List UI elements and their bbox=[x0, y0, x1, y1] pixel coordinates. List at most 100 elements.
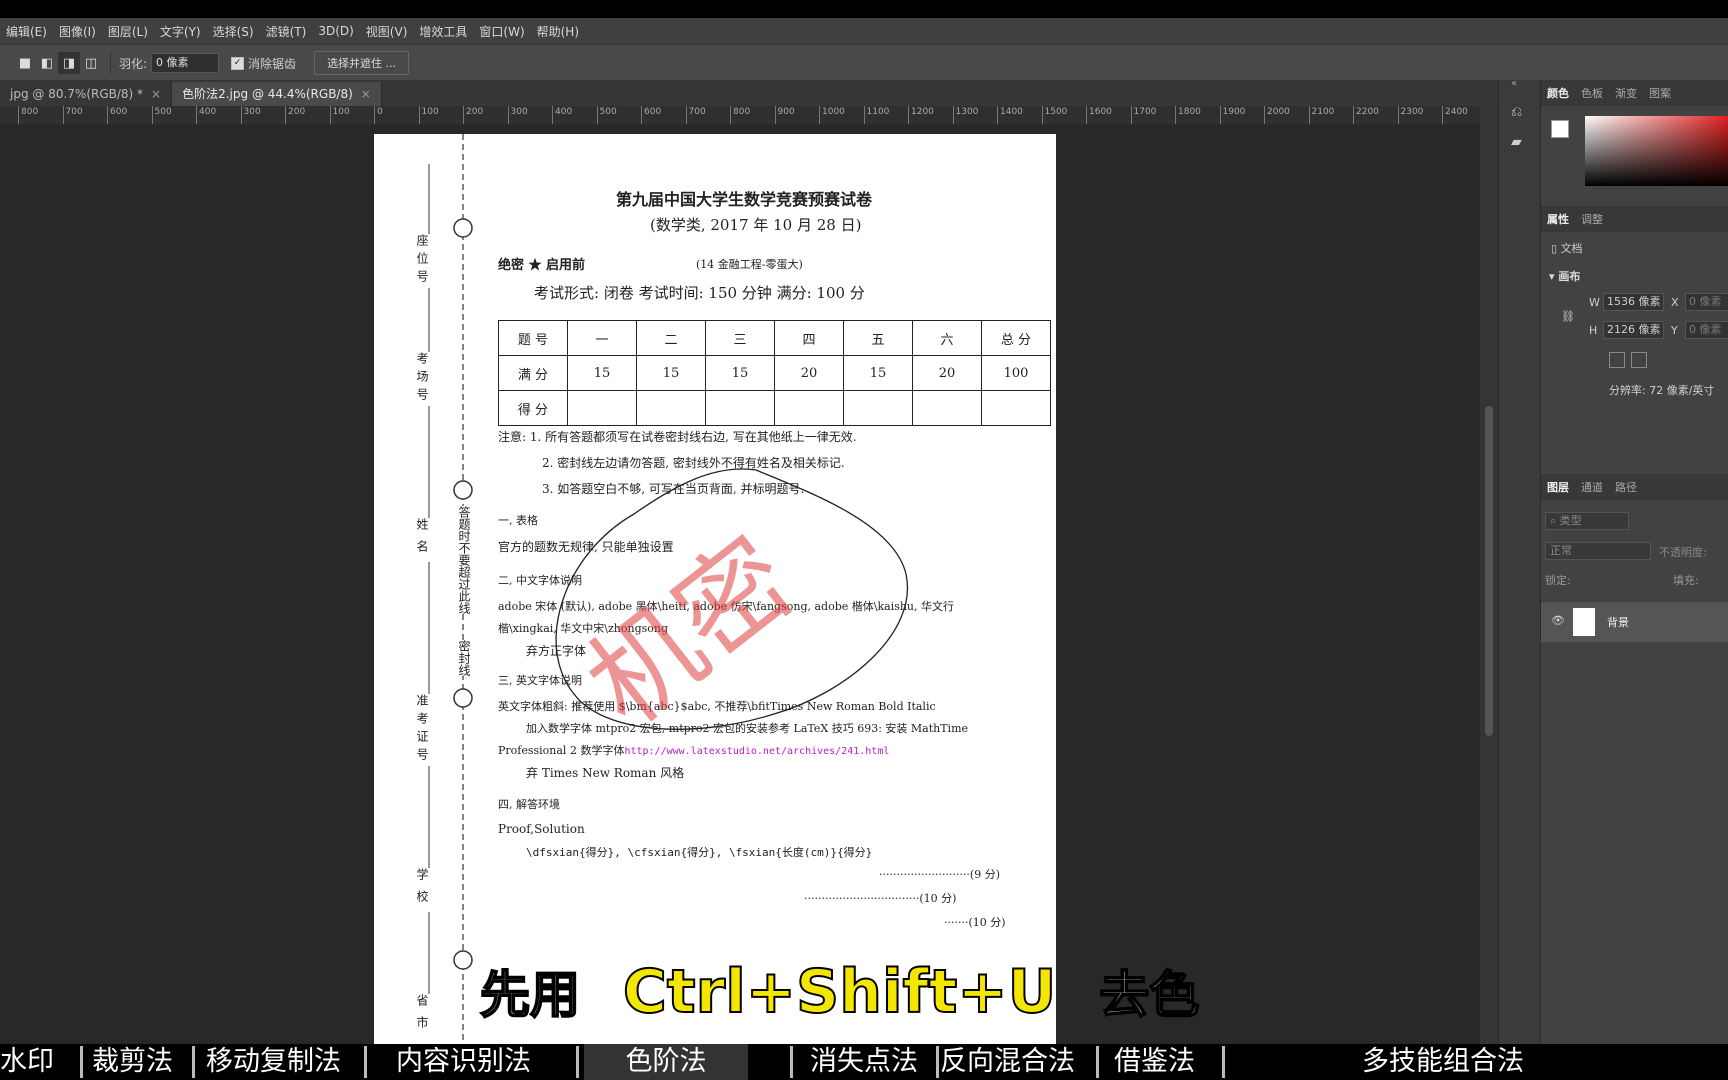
menu-help[interactable]: 帮助(H) bbox=[531, 23, 585, 40]
height-input[interactable]: 2126 像素 bbox=[1603, 321, 1664, 339]
eye-icon[interactable]: 👁 bbox=[1551, 614, 1565, 627]
nav-vanishing-point[interactable]: 消失点法 bbox=[810, 1044, 918, 1080]
tab-color[interactable]: 颜色 bbox=[1541, 85, 1575, 101]
subtract-selection-icon[interactable]: ◨ bbox=[58, 52, 80, 74]
tab-layers[interactable]: 图层 bbox=[1541, 479, 1575, 495]
score-line-1: ··························(9 分) bbox=[879, 868, 1000, 881]
menu-window[interactable]: 窗口(W) bbox=[473, 23, 530, 40]
opacity-label: 不透明度: bbox=[1659, 546, 1707, 559]
latexstudio-link[interactable]: http://www.latexstudio.net/archives/241.… bbox=[624, 746, 889, 757]
menu-filter[interactable]: 滤镜(T) bbox=[260, 23, 313, 40]
add-selection-icon[interactable]: ◧ bbox=[36, 52, 58, 74]
secret-label: 绝密 ★ 启用前 bbox=[498, 258, 586, 273]
y-input[interactable]: 0 像素 bbox=[1685, 321, 1728, 339]
intersect-selection-icon[interactable]: ◫ bbox=[80, 52, 102, 74]
tab-channels[interactable]: 通道 bbox=[1575, 479, 1609, 495]
collapse-icon[interactable]: « bbox=[1511, 78, 1517, 89]
color-picker-field[interactable] bbox=[1585, 116, 1728, 186]
landscape-icon[interactable] bbox=[1631, 352, 1647, 368]
close-icon[interactable]: × bbox=[361, 87, 371, 101]
menu-image[interactable]: 图像(I) bbox=[53, 23, 102, 40]
font-label: Professional 2 数学字体 bbox=[498, 744, 625, 757]
nav-crop[interactable]: 裁剪法 bbox=[92, 1044, 173, 1080]
layer-row-background[interactable]: 👁 背景 bbox=[1541, 602, 1728, 642]
tab-properties[interactable]: 属性 bbox=[1541, 211, 1575, 227]
tab-adjustments[interactable]: 调整 bbox=[1575, 211, 1609, 227]
nav-reference[interactable]: 借鉴法 bbox=[1114, 1044, 1195, 1080]
nav-combined[interactable]: 多技能组合法 bbox=[1362, 1044, 1524, 1080]
ruler-tick: 2100 bbox=[1308, 106, 1334, 124]
top-note: (14 金融工程-零蛋大) bbox=[696, 258, 803, 271]
right-panels: 颜色 色板 渐变 图案 属性 调整 ▯ 文档 ▾ 画布 W 1536 像素 X … bbox=[1540, 80, 1728, 1044]
lock-label: 锁定: bbox=[1545, 574, 1571, 587]
new-selection-icon[interactable]: ■ bbox=[14, 52, 36, 74]
nav-move-copy[interactable]: 移动复制法 bbox=[206, 1044, 341, 1080]
divider bbox=[110, 52, 111, 74]
ruler-tick: 1300 bbox=[952, 106, 978, 124]
tab-document-2[interactable]: 色阶法2.jpg @ 44.4%(RGB/8) × bbox=[172, 82, 382, 106]
close-icon[interactable]: × bbox=[151, 87, 161, 101]
layer-thumbnail bbox=[1573, 608, 1595, 636]
nav-content-aware[interactable]: 内容识别法 bbox=[396, 1044, 531, 1080]
section-2-heading: 二, 中文字体说明 bbox=[498, 574, 582, 587]
nav-levels[interactable]: 色阶法 bbox=[584, 1044, 748, 1080]
menu-select[interactable]: 选择(S) bbox=[207, 23, 260, 40]
ruler-tick: 1800 bbox=[1175, 106, 1201, 124]
table-cell bbox=[981, 390, 1051, 426]
width-input[interactable]: 1536 像素 bbox=[1603, 293, 1664, 311]
menu-3d[interactable]: 3D(D) bbox=[312, 24, 359, 38]
menu-plugins[interactable]: 增效工具 bbox=[413, 23, 473, 40]
doc-title: 第九届中国大学生数学竞赛预赛试卷 bbox=[616, 190, 873, 209]
nav-reverse-blend[interactable]: 反向混合法 bbox=[940, 1044, 1075, 1080]
x-input[interactable]: 0 像素 bbox=[1685, 293, 1728, 311]
score-table: 题 号一二三四五六总 分 满 分 15 15 15 20 15 20 100 得 分 bbox=[498, 320, 1051, 426]
section-3-text-1: 英文字体粗斜: 推荐使用 $\bm{abc}$abc, 不推荐\bfitTime… bbox=[498, 700, 936, 713]
menu-edit[interactable]: 编辑(E) bbox=[0, 23, 53, 40]
table-cell: 四 bbox=[774, 320, 844, 356]
ruler-tick: 400 bbox=[196, 106, 216, 124]
menu-view[interactable]: 视图(V) bbox=[360, 23, 414, 40]
tab-patterns[interactable]: 图案 bbox=[1643, 85, 1677, 101]
top-black-bar bbox=[0, 0, 1728, 18]
ruler-tick: 1100 bbox=[863, 106, 889, 124]
properties-tabs: 属性 调整 bbox=[1541, 206, 1728, 232]
comment-icon[interactable]: ▰ bbox=[1511, 134, 1522, 150]
tab-gradients[interactable]: 渐变 bbox=[1609, 85, 1643, 101]
scroll-thumb[interactable] bbox=[1485, 406, 1493, 736]
foreground-color-swatch[interactable] bbox=[1551, 120, 1569, 138]
history-icon[interactable]: ⎌ bbox=[1511, 104, 1522, 120]
menu-layer[interactable]: 图层(L) bbox=[102, 23, 154, 40]
nav-watermark[interactable]: 水印 bbox=[0, 1044, 54, 1080]
blend-mode-select[interactable]: 正常 bbox=[1545, 542, 1651, 560]
ruler-tick: 1900 bbox=[1219, 106, 1245, 124]
ruler-tick: 1700 bbox=[1130, 106, 1156, 124]
tab-swatches[interactable]: 色板 bbox=[1575, 85, 1609, 101]
select-and-mask-button[interactable]: 选择并遮住 ... bbox=[314, 51, 410, 75]
menu-type[interactable]: 文字(Y) bbox=[154, 23, 207, 40]
ruler-tick: 2300 bbox=[1397, 106, 1423, 124]
y-label: Y bbox=[1671, 324, 1678, 337]
antialias-checkbox[interactable]: ✓ bbox=[231, 56, 245, 70]
table-cell: 总 分 bbox=[981, 320, 1051, 356]
portrait-icon[interactable] bbox=[1609, 352, 1625, 368]
tab-document-1[interactable]: jpg @ 80.7%(RGB/8) * × bbox=[0, 82, 173, 106]
horizontal-ruler: 800 700 600 500 400 300 200 100 0 100 200 300 400 500… bbox=[0, 106, 1480, 125]
panel-tool-strip: « ⎌ ▰ bbox=[1498, 78, 1541, 1044]
table-cell: 五 bbox=[843, 320, 913, 356]
table-cell: 二 bbox=[636, 320, 706, 356]
table-cell: 三 bbox=[705, 320, 775, 356]
table-cell: 15 bbox=[567, 355, 637, 391]
table-row: 满 分 15 15 15 20 15 20 100 bbox=[498, 355, 1051, 391]
tab-paths[interactable]: 路径 bbox=[1609, 479, 1643, 495]
canvas-section[interactable]: ▾ 画布 bbox=[1549, 268, 1580, 284]
subtitle-keys: Ctrl+Shift+U bbox=[622, 956, 1057, 1028]
table-cell: 20 bbox=[912, 355, 982, 391]
link-icon[interactable]: ⛓ bbox=[1561, 310, 1575, 323]
score-line-2: ·································(10 分) bbox=[804, 892, 957, 905]
vertical-scrollbar[interactable] bbox=[1480, 106, 1498, 1044]
ruler-tick: 2200 bbox=[1353, 106, 1379, 124]
layer-filter[interactable]: ⌕ 类型 bbox=[1545, 512, 1629, 530]
feather-input[interactable]: 0 像素 bbox=[151, 53, 220, 73]
section-4-text-1: Proof,Solution bbox=[498, 822, 585, 836]
ruler-tick: 300 bbox=[240, 106, 261, 124]
